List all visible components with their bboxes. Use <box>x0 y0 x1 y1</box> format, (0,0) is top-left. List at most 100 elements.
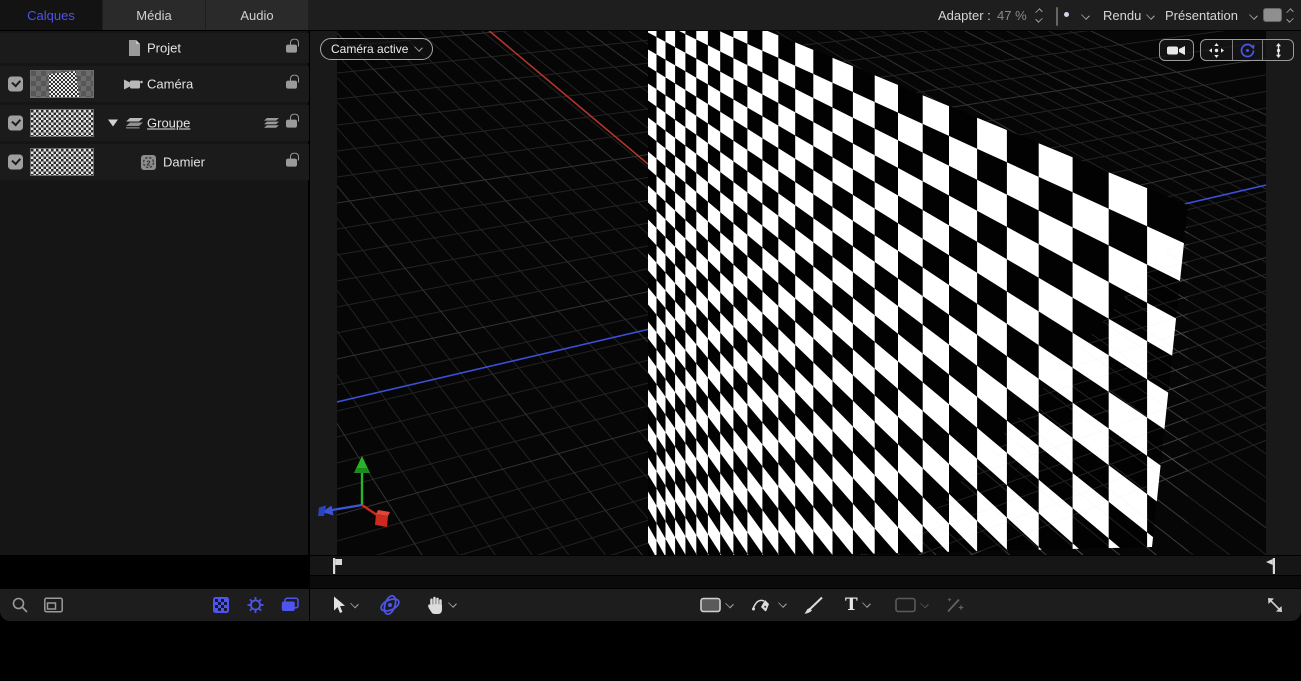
stacked-copies-icon <box>281 598 299 613</box>
tab-media-label: Média <box>136 8 171 23</box>
show-generators-button[interactable] <box>213 597 229 613</box>
bottom-toolbar: T <box>0 588 1301 621</box>
clone-layer-button[interactable] <box>281 598 299 613</box>
display-stepper[interactable] <box>1287 9 1293 22</box>
zoom-stepper[interactable] <box>1036 9 1042 22</box>
camera-icon <box>124 79 143 90</box>
camera-active-menu[interactable]: Caméra active <box>320 38 433 60</box>
svg-text:2: 2 <box>146 158 150 167</box>
camera-overlay-button[interactable] <box>1159 39 1194 61</box>
dolly-view-button[interactable] <box>1262 40 1293 60</box>
tab-audio[interactable]: Audio <box>206 0 308 30</box>
layer-thumbnail <box>30 70 94 98</box>
channels-color-well[interactable] <box>1056 7 1058 26</box>
select-tool-chevron-icon[interactable] <box>350 599 359 608</box>
checkerboard-icon <box>213 597 229 613</box>
canvas-3d-view[interactable]: Caméra active <box>310 31 1301 555</box>
top-bar: Calques Média Audio Adapter : 47 % Rendu… <box>0 0 1301 31</box>
transform-3d-tool[interactable] <box>379 595 401 615</box>
layer-label[interactable]: Groupe <box>147 116 190 131</box>
layer-checkbox[interactable] <box>8 116 23 131</box>
thumbnail-preview <box>31 149 93 175</box>
preview-area-toggle[interactable] <box>44 598 63 613</box>
zoom-value[interactable]: 47 % <box>997 0 1027 31</box>
thumbnail-preview <box>31 71 93 97</box>
layer-row-damier[interactable]: 2 Damier <box>0 144 309 180</box>
search-button[interactable] <box>12 597 28 613</box>
camera-icon <box>1167 45 1186 56</box>
play-range-bar[interactable] <box>310 555 1301 575</box>
tab-calques[interactable]: Calques <box>0 0 102 30</box>
play-range-start-marker[interactable] <box>333 558 343 574</box>
pen-icon <box>752 596 774 614</box>
lock-open-icon[interactable] <box>286 45 297 53</box>
expand-view-button[interactable] <box>1266 596 1284 614</box>
select-tool[interactable] <box>333 597 358 614</box>
hand-tool-chevron-icon[interactable] <box>448 599 457 608</box>
orbit-icon <box>1240 43 1255 58</box>
text-tool[interactable]: T <box>845 595 870 615</box>
layers-panel: Projet Caméra Groupe <box>0 31 309 555</box>
adjust-item-tool <box>945 597 964 614</box>
show-behaviors-button[interactable] <box>247 597 264 614</box>
motion-app-window: Calques Média Audio Adapter : 47 % Rendu… <box>0 0 1301 621</box>
text-tool-glyph: T <box>845 595 858 615</box>
search-icon <box>12 597 28 613</box>
axis-x-arrowcap <box>318 506 326 517</box>
layer-label: Caméra <box>147 77 193 92</box>
pen-tool-chevron-icon[interactable] <box>778 599 787 608</box>
disclosure-triangle-icon[interactable] <box>108 120 118 127</box>
dolly-icon <box>1274 43 1283 58</box>
project-document-icon <box>128 40 141 56</box>
lock-open-icon[interactable] <box>286 159 297 167</box>
rectangle-tool-chevron-icon[interactable] <box>725 599 734 608</box>
pan-view-button[interactable] <box>1201 40 1232 60</box>
camera-active-label: Caméra active <box>331 42 408 56</box>
view-tool-group <box>1200 39 1294 61</box>
display-well[interactable] <box>1263 8 1282 22</box>
generator-icon: 2 <box>141 155 156 170</box>
layer-row-projet[interactable]: Projet <box>0 33 309 63</box>
channels-chevron-icon[interactable] <box>1081 11 1090 20</box>
bezier-pen-tool[interactable] <box>752 596 786 614</box>
orbit-view-button[interactable] <box>1232 40 1263 60</box>
layer-thumbnail <box>30 109 94 137</box>
sparkle-wand-icon <box>945 597 964 614</box>
zoom-adapter-label: Adapter : <box>938 0 991 31</box>
rectangle-tool[interactable] <box>700 598 733 613</box>
toolbar-divider <box>309 589 310 621</box>
text-tool-chevron-icon[interactable] <box>862 599 871 608</box>
layer-label: Projet <box>147 41 181 56</box>
presentation-chevron-icon[interactable] <box>1249 11 1258 20</box>
layer-row-groupe[interactable]: Groupe <box>0 105 309 141</box>
play-range-end-marker[interactable] <box>1265 558 1275 574</box>
presentation-menu[interactable]: Présentation <box>1165 0 1238 31</box>
brush-icon <box>804 596 824 614</box>
layer-row-camera[interactable]: Caméra <box>0 66 309 102</box>
render-menu[interactable]: Rendu <box>1103 0 1141 31</box>
mask-rectangle-tool <box>895 598 928 613</box>
orbit-3d-icon <box>379 595 401 615</box>
mask-rectangle-icon <box>895 598 916 613</box>
thumbnail-preview <box>31 110 93 136</box>
paint-stroke-tool[interactable] <box>804 596 824 614</box>
group-layers-icon <box>126 118 143 129</box>
layer-checkbox[interactable] <box>8 77 23 92</box>
tab-media[interactable]: Média <box>103 0 205 30</box>
pan-icon <box>1209 43 1224 58</box>
scene-render <box>337 31 1266 555</box>
axis-x-arrowhead <box>322 506 334 516</box>
layer-checkbox[interactable] <box>8 155 23 170</box>
lock-open-icon[interactable] <box>286 81 297 89</box>
checkerboard-plane <box>648 31 1188 555</box>
render-chevron-icon[interactable] <box>1146 11 1155 20</box>
lock-open-icon[interactable] <box>286 120 297 128</box>
tab-calques-label: Calques <box>27 8 75 23</box>
layer-label: Damier <box>163 155 205 170</box>
hand-tool[interactable] <box>427 596 456 614</box>
world-3d-area[interactable] <box>337 31 1266 555</box>
mask-tool-chevron-icon <box>920 599 929 608</box>
timeline-strip[interactable] <box>310 575 1301 588</box>
expand-diagonal-icon <box>1266 596 1284 614</box>
flatten-layers-icon[interactable] <box>264 118 279 129</box>
